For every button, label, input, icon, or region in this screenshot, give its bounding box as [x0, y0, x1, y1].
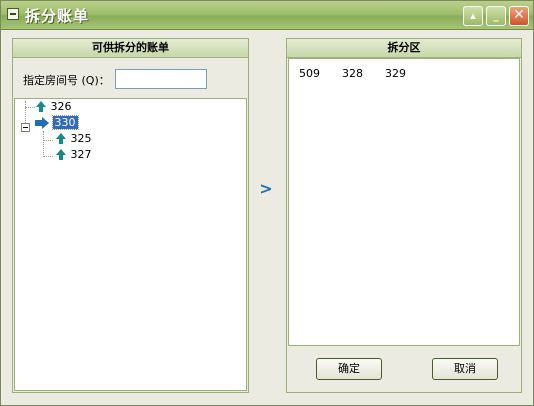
split-area-header: 拆分区: [287, 39, 521, 58]
bill-up-icon: [55, 133, 67, 145]
bill-tree[interactable]: 326 330 325 327: [14, 98, 247, 391]
room-number-colon: ：: [98, 74, 110, 87]
tree-item-label: 330: [51, 115, 79, 130]
tree-child-item[interactable]: 325: [55, 131, 92, 147]
tree-item-label: 326: [50, 100, 72, 113]
title-bar[interactable]: 拆分账单 ▴ _ ✕: [1, 1, 533, 30]
split-item[interactable]: 328: [342, 67, 385, 80]
room-number-label-text: 指定房间号: [23, 74, 78, 87]
tree-item-selected[interactable]: 330: [35, 115, 79, 131]
bill-right-icon: [35, 117, 49, 129]
available-bills-header: 可供拆分的账单: [13, 39, 248, 58]
room-number-mnemonic: (Q): [81, 74, 99, 87]
minimize-button[interactable]: _: [486, 6, 506, 26]
close-button[interactable]: ✕: [509, 6, 529, 26]
split-list-row[interactable]: 509 328 329: [299, 67, 428, 80]
room-number-input[interactable]: [115, 69, 207, 89]
split-item[interactable]: 509: [299, 67, 342, 80]
room-number-label: 指定房间号 (Q)：: [23, 72, 110, 88]
collapse-toggle[interactable]: [21, 123, 30, 132]
split-list[interactable]: 509 328 329: [288, 58, 520, 346]
system-menu-icon[interactable]: [7, 8, 19, 20]
tree-item-label: 325: [70, 132, 92, 145]
ok-button[interactable]: 确定: [316, 358, 382, 380]
bill-up-icon: [55, 149, 67, 161]
bill-up-icon: [35, 101, 47, 113]
split-item[interactable]: 329: [385, 67, 428, 80]
tree-item[interactable]: 326: [35, 99, 72, 115]
restore-button[interactable]: ▴: [463, 6, 483, 26]
cancel-button[interactable]: 取消: [432, 358, 498, 380]
split-area-panel: 拆分区 509 328 329 确定 取消: [286, 38, 522, 393]
split-bill-window: 拆分账单 ▴ _ ✕ 可供拆分的账单 指定房间号 (Q)： 326 330 32…: [0, 0, 534, 406]
move-right-button[interactable]: >: [259, 181, 273, 197]
window-title: 拆分账单: [25, 7, 90, 25]
tree-child-item[interactable]: 327: [55, 147, 92, 163]
tree-item-label: 327: [70, 148, 92, 161]
available-bills-panel: 可供拆分的账单 指定房间号 (Q)： 326 330 325 327: [12, 38, 249, 393]
